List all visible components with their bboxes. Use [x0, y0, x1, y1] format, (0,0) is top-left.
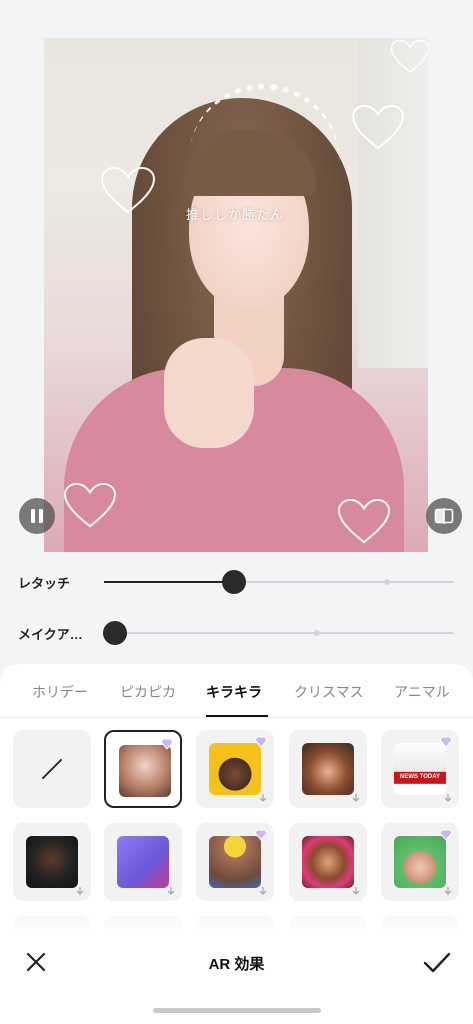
slider-knob[interactable] — [102, 621, 127, 645]
effect-thumbnail: NEWS TODAY — [394, 743, 446, 795]
compare-button[interactable] — [426, 498, 462, 534]
confirm-button[interactable] — [421, 948, 453, 976]
download-icon — [444, 794, 452, 802]
home-indicator — [153, 1008, 321, 1013]
effect-item[interactable]: NEWS TODAY — [381, 730, 459, 808]
heart-sticker-icon — [336, 498, 392, 546]
makeup-slider[interactable] — [102, 621, 454, 645]
premium-gem-icon — [439, 736, 453, 748]
preview-subject-hands — [164, 338, 254, 448]
download-icon — [259, 887, 267, 895]
effect-thumbnail — [302, 743, 354, 795]
preview-area: 推ししか勝たん — [0, 0, 473, 552]
download-icon — [259, 794, 267, 802]
effect-item[interactable] — [196, 730, 274, 808]
effect-thumbnail — [394, 836, 446, 888]
tab-christmas[interactable]: クリスマス — [294, 682, 364, 702]
slider-fill — [104, 581, 234, 583]
retouch-label: レタッチ — [18, 576, 71, 591]
active-tab-indicator — [206, 715, 268, 717]
makeup-label: メイクア… — [18, 627, 83, 642]
compare-icon — [434, 508, 454, 524]
pause-button[interactable] — [19, 498, 55, 534]
heart-sticker-icon — [100, 166, 156, 216]
heart-sticker-icon — [390, 38, 428, 76]
effect-item[interactable] — [381, 823, 459, 901]
premium-gem-icon — [439, 829, 453, 841]
heart-sticker-icon — [350, 104, 406, 152]
tab-holiday[interactable]: ホリデー — [32, 682, 88, 702]
effect-item[interactable] — [289, 730, 367, 808]
download-icon — [167, 887, 175, 895]
effect-thumbnail — [119, 745, 171, 797]
slider-default-tick — [384, 579, 390, 585]
news-today-label: NEWS TODAY — [399, 774, 440, 780]
ar-sticker-text: 推ししか勝たん — [186, 207, 285, 222]
effect-thumbnail — [117, 836, 169, 888]
sheet-title: AR 効果 — [208, 956, 265, 973]
bottom-action-bar: AR 効果 — [0, 934, 473, 1024]
download-icon — [76, 887, 84, 895]
download-icon — [352, 794, 360, 802]
download-icon — [352, 887, 360, 895]
retouch-slider[interactable] — [104, 570, 454, 594]
preview-background — [358, 38, 428, 368]
download-icon — [444, 887, 452, 895]
slider-knob[interactable] — [221, 570, 246, 594]
effect-item-selected[interactable] — [104, 730, 182, 808]
effect-thumbnail — [209, 836, 261, 888]
premium-gem-icon — [254, 829, 268, 841]
effect-item[interactable] — [13, 823, 91, 901]
no-effect-button[interactable] — [13, 730, 91, 808]
effect-thumbnail — [302, 836, 354, 888]
adjustment-panel: レタッチ メイクア… — [0, 552, 473, 662]
pause-icon — [31, 509, 43, 523]
effect-item[interactable] — [104, 823, 182, 901]
tab-kirakira[interactable]: キラキラ — [206, 682, 262, 702]
premium-gem-icon — [160, 738, 174, 750]
none-slash-icon — [42, 759, 62, 779]
checkmark-icon — [423, 952, 451, 973]
effect-item[interactable] — [196, 823, 274, 901]
effect-thumbnail — [209, 743, 261, 795]
retouch-slider-row: レタッチ — [0, 562, 473, 602]
slider-default-tick — [314, 630, 320, 636]
tab-pikapika[interactable]: ピカピカ — [120, 682, 176, 702]
video-preview[interactable]: 推ししか勝たん — [44, 38, 428, 552]
premium-gem-icon — [254, 736, 268, 748]
makeup-slider-row: メイクア… — [0, 613, 473, 653]
category-tabs: / ホリデー ピカピカ キラキラ クリスマス アニマル — [0, 664, 473, 718]
effect-thumbnail — [26, 836, 78, 888]
effect-item[interactable] — [289, 823, 367, 901]
heart-sticker-icon — [62, 482, 118, 530]
tab-animal[interactable]: アニマル — [394, 682, 450, 702]
